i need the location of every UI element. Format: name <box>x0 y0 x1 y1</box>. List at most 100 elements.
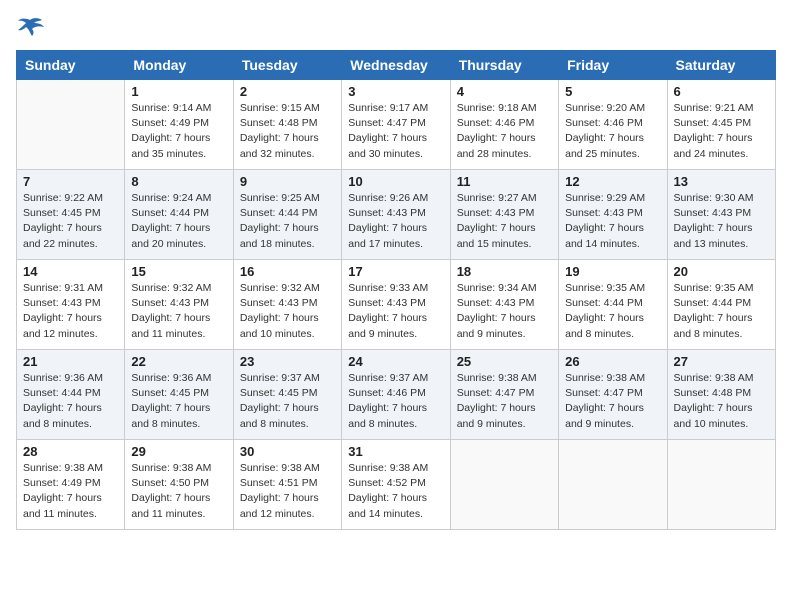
day-number: 11 <box>457 174 552 189</box>
day-info: Sunrise: 9:36 AM Sunset: 4:45 PM Dayligh… <box>131 371 226 432</box>
day-number: 8 <box>131 174 226 189</box>
day-info: Sunrise: 9:30 AM Sunset: 4:43 PM Dayligh… <box>674 191 769 252</box>
day-info: Sunrise: 9:20 AM Sunset: 4:46 PM Dayligh… <box>565 101 660 162</box>
calendar-cell <box>667 440 775 530</box>
day-info: Sunrise: 9:15 AM Sunset: 4:48 PM Dayligh… <box>240 101 335 162</box>
day-info: Sunrise: 9:22 AM Sunset: 4:45 PM Dayligh… <box>23 191 118 252</box>
calendar-cell: 31 Sunrise: 9:38 AM Sunset: 4:52 PM Dayli… <box>342 440 450 530</box>
calendar-cell: 2 Sunrise: 9:15 AM Sunset: 4:48 PM Daylig… <box>233 80 341 170</box>
day-number: 31 <box>348 444 443 459</box>
day-info: Sunrise: 9:24 AM Sunset: 4:44 PM Dayligh… <box>131 191 226 252</box>
day-info: Sunrise: 9:25 AM Sunset: 4:44 PM Dayligh… <box>240 191 335 252</box>
calendar-cell: 17 Sunrise: 9:33 AM Sunset: 4:43 PM Dayli… <box>342 260 450 350</box>
calendar-cell: 11 Sunrise: 9:27 AM Sunset: 4:43 PM Dayli… <box>450 170 558 260</box>
day-number: 15 <box>131 264 226 279</box>
calendar-cell <box>17 80 125 170</box>
day-number: 29 <box>131 444 226 459</box>
day-info: Sunrise: 9:32 AM Sunset: 4:43 PM Dayligh… <box>131 281 226 342</box>
day-number: 2 <box>240 84 335 99</box>
calendar-cell: 27 Sunrise: 9:38 AM Sunset: 4:48 PM Dayli… <box>667 350 775 440</box>
day-info: Sunrise: 9:32 AM Sunset: 4:43 PM Dayligh… <box>240 281 335 342</box>
day-number: 9 <box>240 174 335 189</box>
day-info: Sunrise: 9:31 AM Sunset: 4:43 PM Dayligh… <box>23 281 118 342</box>
day-info: Sunrise: 9:38 AM Sunset: 4:47 PM Dayligh… <box>457 371 552 432</box>
calendar-week-4: 21 Sunrise: 9:36 AM Sunset: 4:44 PM Dayli… <box>17 350 776 440</box>
calendar-header-tuesday: Tuesday <box>233 51 341 80</box>
day-info: Sunrise: 9:36 AM Sunset: 4:44 PM Dayligh… <box>23 371 118 432</box>
calendar-cell: 18Sunrise: 9:34 AM Sunset: 4:43 PM Dayli… <box>450 260 558 350</box>
day-info: Sunrise: 9:38 AM Sunset: 4:50 PM Dayligh… <box>131 461 226 522</box>
calendar-cell: 16 Sunrise: 9:32 AM Sunset: 4:43 PM Dayli… <box>233 260 341 350</box>
calendar-week-3: 14 Sunrise: 9:31 AM Sunset: 4:43 PM Dayli… <box>17 260 776 350</box>
calendar-cell: 4 Sunrise: 9:18 AM Sunset: 4:46 PM Daylig… <box>450 80 558 170</box>
calendar-cell: 9 Sunrise: 9:25 AM Sunset: 4:44 PM Daylig… <box>233 170 341 260</box>
calendar-cell: 22 Sunrise: 9:36 AM Sunset: 4:45 PM Dayli… <box>125 350 233 440</box>
calendar-cell: 20 Sunrise: 9:35 AM Sunset: 4:44 PM Dayli… <box>667 260 775 350</box>
day-info: Sunrise: 9:29 AM Sunset: 4:43 PM Dayligh… <box>565 191 660 252</box>
logo-bird-icon <box>16 16 44 38</box>
day-number: 23 <box>240 354 335 369</box>
calendar-cell: 26Sunrise: 9:38 AM Sunset: 4:47 PM Dayli… <box>559 350 667 440</box>
day-info: Sunrise: 9:33 AM Sunset: 4:43 PM Dayligh… <box>348 281 443 342</box>
calendar-header-thursday: Thursday <box>450 51 558 80</box>
calendar-week-5: 28 Sunrise: 9:38 AM Sunset: 4:49 PM Dayli… <box>17 440 776 530</box>
calendar-header-monday: Monday <box>125 51 233 80</box>
calendar-cell: 6 Sunrise: 9:21 AM Sunset: 4:45 PM Daylig… <box>667 80 775 170</box>
day-number: 26 <box>565 354 660 369</box>
calendar-header-friday: Friday <box>559 51 667 80</box>
day-info: Sunrise: 9:17 AM Sunset: 4:47 PM Dayligh… <box>348 101 443 162</box>
calendar-header-wednesday: Wednesday <box>342 51 450 80</box>
day-info: Sunrise: 9:37 AM Sunset: 4:45 PM Dayligh… <box>240 371 335 432</box>
calendar-cell <box>559 440 667 530</box>
day-number: 4 <box>457 84 552 99</box>
day-number: 10 <box>348 174 443 189</box>
calendar-week-1: 1Sunrise: 9:14 AM Sunset: 4:49 PM Daylig… <box>17 80 776 170</box>
day-info: Sunrise: 9:38 AM Sunset: 4:52 PM Dayligh… <box>348 461 443 522</box>
calendar-header-row: SundayMondayTuesdayWednesdayThursdayFrid… <box>17 51 776 80</box>
day-number: 25 <box>457 354 552 369</box>
calendar-cell: 14 Sunrise: 9:31 AM Sunset: 4:43 PM Dayli… <box>17 260 125 350</box>
calendar-cell: 8 Sunrise: 9:24 AM Sunset: 4:44 PM Daylig… <box>125 170 233 260</box>
logo <box>16 16 48 38</box>
day-number: 17 <box>348 264 443 279</box>
day-number: 16 <box>240 264 335 279</box>
day-number: 7 <box>23 174 118 189</box>
calendar-header-saturday: Saturday <box>667 51 775 80</box>
calendar-week-2: 7 Sunrise: 9:22 AM Sunset: 4:45 PM Daylig… <box>17 170 776 260</box>
day-info: Sunrise: 9:38 AM Sunset: 4:48 PM Dayligh… <box>674 371 769 432</box>
day-number: 6 <box>674 84 769 99</box>
day-info: Sunrise: 9:38 AM Sunset: 4:49 PM Dayligh… <box>23 461 118 522</box>
day-number: 21 <box>23 354 118 369</box>
day-number: 14 <box>23 264 118 279</box>
day-number: 28 <box>23 444 118 459</box>
day-number: 30 <box>240 444 335 459</box>
calendar-cell: 23 Sunrise: 9:37 AM Sunset: 4:45 PM Dayli… <box>233 350 341 440</box>
calendar-cell: 28 Sunrise: 9:38 AM Sunset: 4:49 PM Dayli… <box>17 440 125 530</box>
day-info: Sunrise: 9:35 AM Sunset: 4:44 PM Dayligh… <box>565 281 660 342</box>
day-number: 27 <box>674 354 769 369</box>
calendar-cell: 25 Sunrise: 9:38 AM Sunset: 4:47 PM Dayli… <box>450 350 558 440</box>
calendar-cell: 1Sunrise: 9:14 AM Sunset: 4:49 PM Daylig… <box>125 80 233 170</box>
calendar-cell: 10 Sunrise: 9:26 AM Sunset: 4:43 PM Dayli… <box>342 170 450 260</box>
day-info: Sunrise: 9:38 AM Sunset: 4:51 PM Dayligh… <box>240 461 335 522</box>
calendar-cell: 24Sunrise: 9:37 AM Sunset: 4:46 PM Dayli… <box>342 350 450 440</box>
calendar-cell: 21 Sunrise: 9:36 AM Sunset: 4:44 PM Dayli… <box>17 350 125 440</box>
day-info: Sunrise: 9:18 AM Sunset: 4:46 PM Dayligh… <box>457 101 552 162</box>
day-number: 20 <box>674 264 769 279</box>
calendar-cell: 13 Sunrise: 9:30 AM Sunset: 4:43 PM Dayli… <box>667 170 775 260</box>
day-number: 5 <box>565 84 660 99</box>
calendar-cell: 15 Sunrise: 9:32 AM Sunset: 4:43 PM Dayli… <box>125 260 233 350</box>
day-info: Sunrise: 9:14 AM Sunset: 4:49 PM Dayligh… <box>131 101 226 162</box>
day-info: Sunrise: 9:27 AM Sunset: 4:43 PM Dayligh… <box>457 191 552 252</box>
calendar-cell <box>450 440 558 530</box>
calendar-cell: 30 Sunrise: 9:38 AM Sunset: 4:51 PM Dayli… <box>233 440 341 530</box>
day-number: 24 <box>348 354 443 369</box>
day-info: Sunrise: 9:35 AM Sunset: 4:44 PM Dayligh… <box>674 281 769 342</box>
day-info: Sunrise: 9:34 AM Sunset: 4:43 PM Dayligh… <box>457 281 552 342</box>
calendar-cell: 3 Sunrise: 9:17 AM Sunset: 4:47 PM Daylig… <box>342 80 450 170</box>
day-info: Sunrise: 9:26 AM Sunset: 4:43 PM Dayligh… <box>348 191 443 252</box>
day-number: 3 <box>348 84 443 99</box>
day-number: 13 <box>674 174 769 189</box>
day-info: Sunrise: 9:21 AM Sunset: 4:45 PM Dayligh… <box>674 101 769 162</box>
day-number: 22 <box>131 354 226 369</box>
